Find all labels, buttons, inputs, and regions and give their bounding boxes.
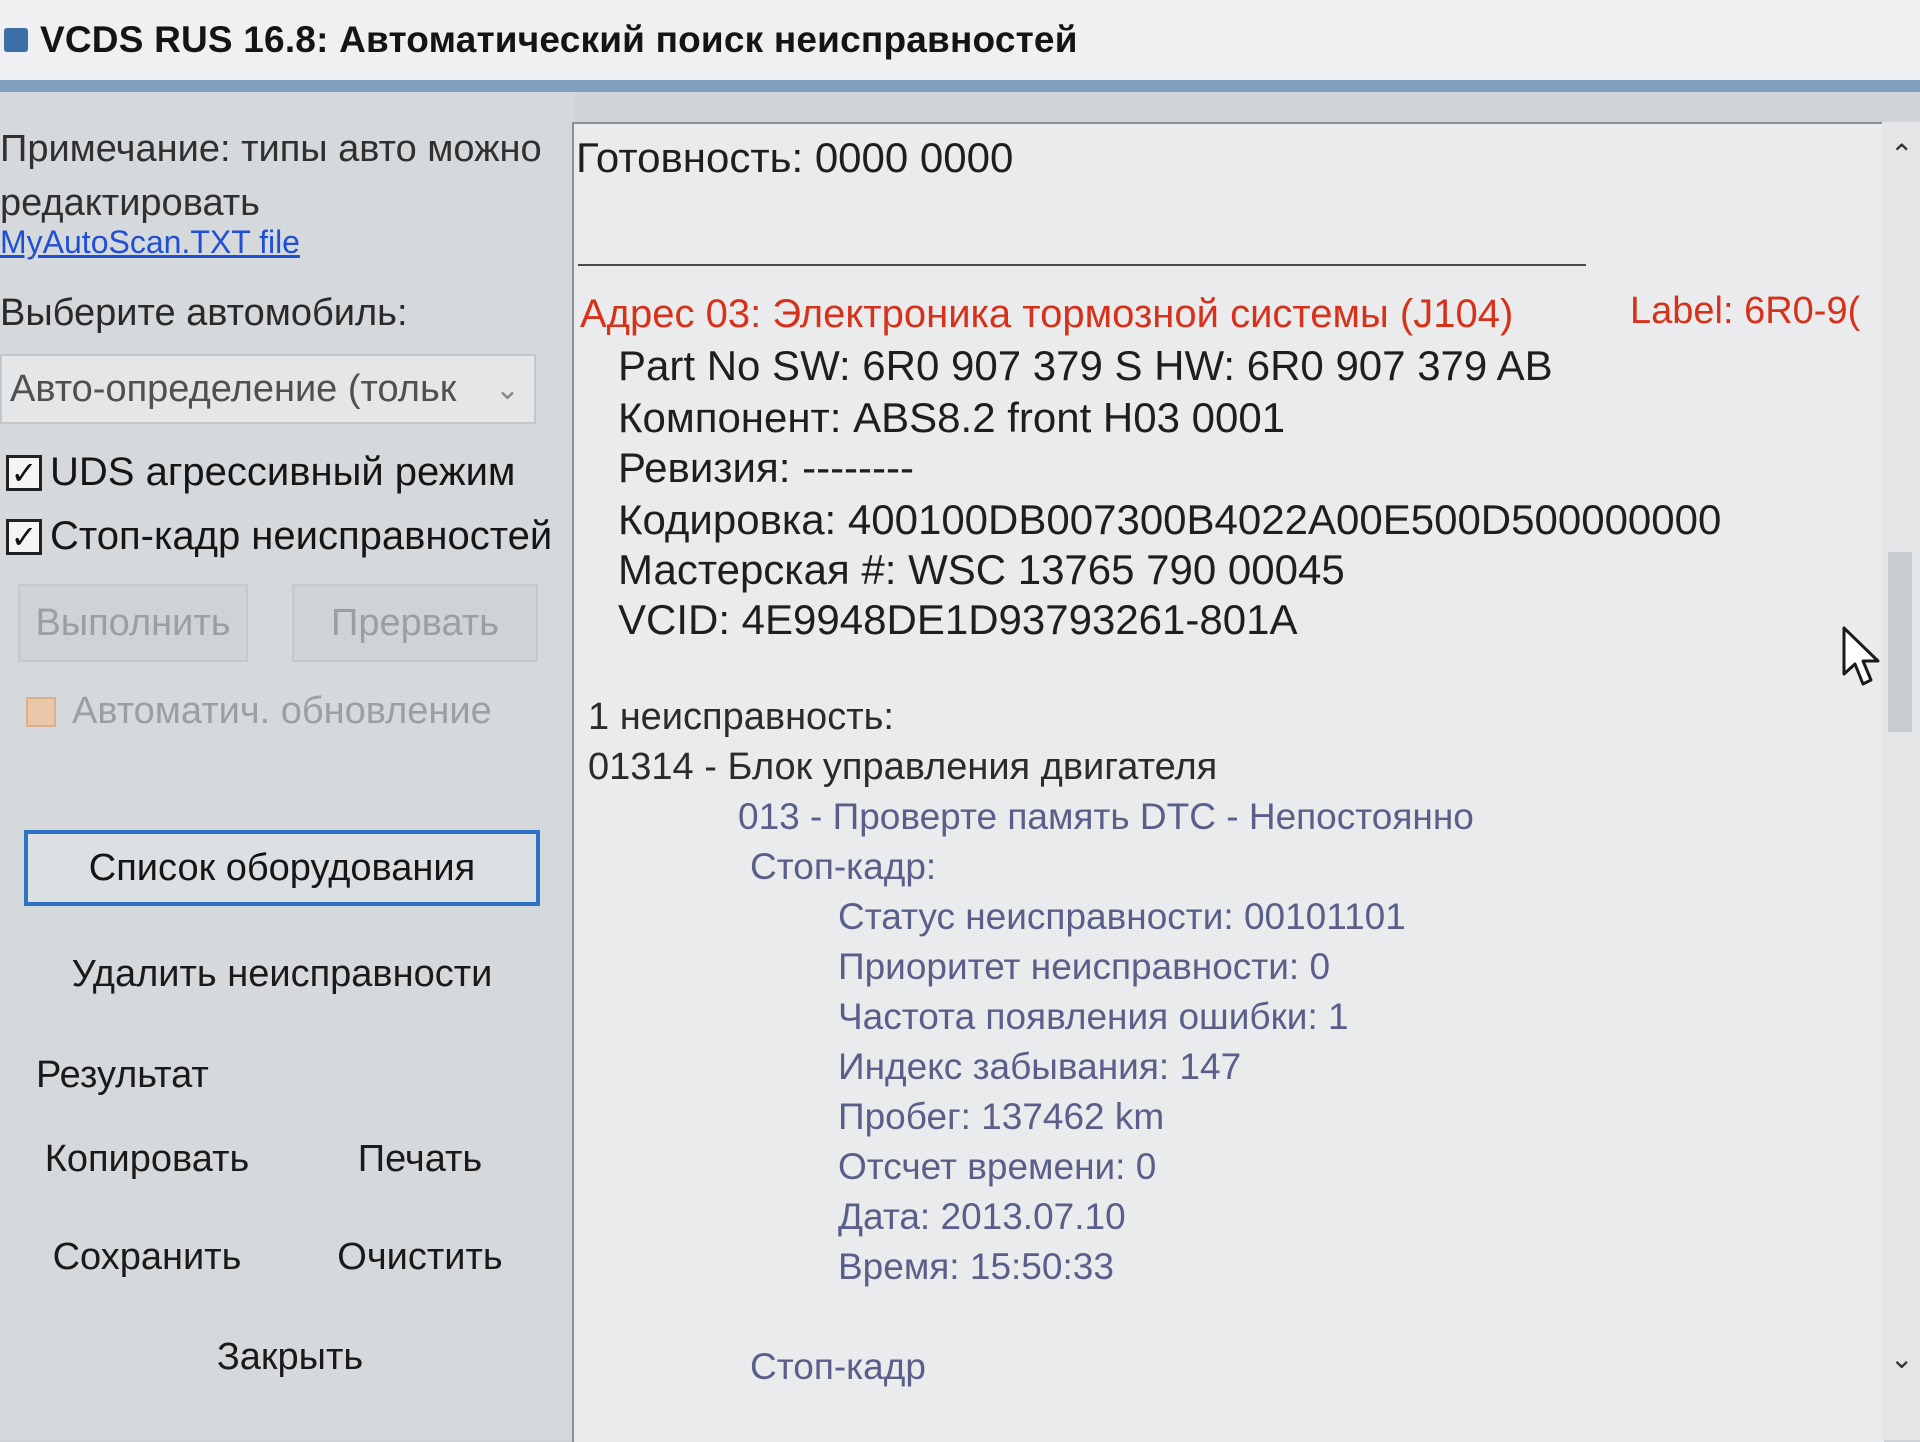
close-button[interactable]: Закрыть [160, 1322, 420, 1392]
freeze-frame-title: Стоп-кадр: [750, 846, 937, 887]
title-bar: VCDS RUS 16.8: Автоматический поиск неис… [0, 0, 1920, 82]
freeze-frequency: Частота появления ошибки: 1 [838, 996, 1349, 1037]
scroll-down-icon[interactable]: ⌄ [1890, 1342, 1913, 1375]
chevron-down-icon: ⌄ [494, 373, 520, 406]
part-no-line: Part No SW: 6R0 907 379 S HW: 6R0 907 37… [618, 342, 1553, 389]
output-scrollbar[interactable]: ⌃ ⌄ [1882, 122, 1920, 1440]
coding-line: Кодировка: 400100DB007300B4022A00E500D50… [618, 496, 1722, 543]
print-button[interactable]: Печать [300, 1124, 540, 1194]
freeze-frame-label: Стоп-кадр неисправностей [50, 514, 553, 558]
vehicle-select-value: Авто-определение (тольк [10, 367, 457, 410]
workshop-line: Мастерская #: WSC 13765 790 00045 [618, 546, 1345, 593]
save-button[interactable]: Сохранить [24, 1222, 270, 1292]
result-label: Результат [36, 1054, 209, 1096]
freeze-frame-title-2: Стоп-кадр [750, 1346, 926, 1387]
freeze-time: Время: 15:50:33 [838, 1246, 1114, 1287]
vehicle-select[interactable]: Авто-определение (тольк ⌄ [0, 354, 536, 424]
freeze-mileage: Пробег: 137462 km [838, 1096, 1165, 1137]
label-line: Label: 6R0-9( [1630, 290, 1861, 332]
freeze-priority: Приоритет неисправности: 0 [838, 946, 1331, 987]
readiness-line: Готовность: 0000 0000 [576, 134, 1014, 181]
separator-line [578, 264, 1586, 266]
auto-update-checkbox[interactable]: Автоматич. обновление [26, 690, 492, 733]
vcid-line: VCID: 4E9948DE1D93793261-801A [618, 596, 1298, 643]
abort-button[interactable]: Прервать [292, 584, 538, 662]
run-button[interactable]: Выполнить [18, 584, 248, 662]
freeze-status: Статус неисправности: 00101101 [838, 896, 1406, 937]
clear-faults-button[interactable]: Удалить неисправности [24, 936, 540, 1012]
note-text: Примечание: типы авто можно редактироват… [0, 128, 542, 224]
left-panel: Примечание: типы авто можно редактироват… [0, 92, 575, 1440]
auto-update-label: Автоматич. обновление [72, 690, 492, 732]
copy-button[interactable]: Копировать [24, 1124, 270, 1194]
vcds-window: VCDS RUS 16.8: Автоматический поиск неис… [0, 0, 1920, 1442]
fault-code-line: 01314 - Блок управления двигателя [588, 746, 1218, 788]
autoscan-file-link[interactable]: MyAutoScan.TXT file [0, 224, 300, 261]
app-icon [4, 28, 28, 52]
results-output[interactable]: Готовность: 0000 0000 Адрес 03: Электрон… [572, 122, 1884, 1442]
title-accent-strip [0, 80, 1920, 92]
faults-count-line: 1 неисправность: [588, 696, 894, 738]
clear-button[interactable]: Очистить [300, 1222, 540, 1292]
freeze-frame-checkbox[interactable]: ✓ Стоп-кадр неисправностей [6, 514, 552, 559]
freeze-time-ref: Отсчет времени: 0 [838, 1146, 1157, 1187]
uds-aggressive-label: UDS агрессивный режим [50, 450, 516, 494]
scroll-up-icon[interactable]: ⌃ [1890, 138, 1913, 171]
freeze-reset-index: Индекс забывания: 147 [838, 1046, 1242, 1087]
fault-detail-line: 013 - Проверте память DTC - Непостоянно [738, 796, 1474, 837]
check-icon: ✓ [6, 518, 42, 555]
window-title: VCDS RUS 16.8: Автоматический поиск неис… [40, 19, 1078, 60]
uds-aggressive-checkbox[interactable]: ✓ UDS агрессивный режим [6, 450, 515, 495]
equipment-list-button[interactable]: Список оборудования [24, 830, 540, 906]
mouse-pointer-icon [1842, 626, 1880, 686]
revision-line: Ревизия: -------- [618, 444, 914, 491]
component-line: Компонент: ABS8.2 front H03 0001 [618, 394, 1286, 441]
vehicle-select-label: Выберите автомобиль: [0, 292, 408, 334]
freeze-date: Дата: 2013.07.10 [838, 1196, 1126, 1237]
check-icon: ✓ [6, 454, 42, 491]
scroll-thumb[interactable] [1888, 552, 1912, 732]
auto-update-box [26, 696, 56, 727]
address-line: Адрес 03: Электроника тормозной системы … [580, 292, 1514, 336]
